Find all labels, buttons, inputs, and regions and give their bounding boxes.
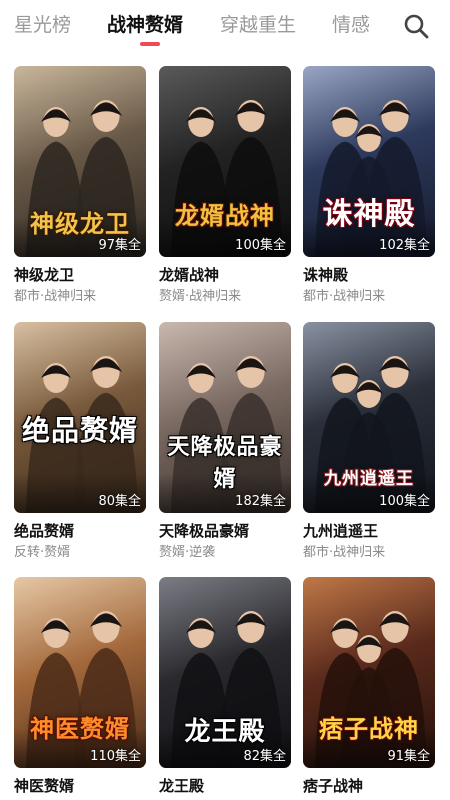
poster-title-art: 神医赘婿 [30,714,130,743]
category-tab-bar: 星光榜 战神赘婿 穿越重生 情感 [0,0,450,52]
drama-poster[interactable]: 诛神殿 102集全 [303,66,435,257]
drama-poster[interactable]: 痞子战神 91集全 [303,577,435,768]
episode-count-badge: 110集全 [90,749,141,764]
episode-count-badge: 100集全 [379,494,430,509]
drama-card[interactable]: 痞子战神 91集全 痞子战神 [303,577,435,796]
drama-poster[interactable]: 神级龙卫 97集全 [14,66,146,257]
drama-tags: 都市·战神归来 [14,289,97,304]
episode-count-badge: 182集全 [235,494,286,509]
drama-title: 痞子战神 [303,777,364,795]
tab-qinggan[interactable]: 情感 [332,12,370,38]
poster-title-art: 绝品赘婿 [21,414,138,447]
drama-title: 九州逍遥王 [303,522,379,540]
poster-title-art: 诛神殿 [322,197,416,232]
drama-poster[interactable]: 神医赘婿 110集全 [14,577,146,768]
poster-title-art: 痞子战神 [319,714,419,743]
drama-poster[interactable]: 龙婿战神 100集全 [159,66,291,257]
drama-card[interactable]: 龙王殿 82集全 龙王殿 [159,577,291,796]
episode-count-badge: 80集全 [98,494,141,509]
active-tab-indicator [140,42,160,46]
drama-tags: 赘婿·逆袭 [159,545,216,560]
drama-tags: 赘婿·战神归来 [159,289,242,304]
poster-title-art: 九州逍遥王 [324,469,414,489]
drama-poster[interactable]: 九州逍遥王 100集全 [303,322,435,513]
drama-tags: 都市·战神归来 [303,289,386,304]
drama-poster[interactable]: 天降极品豪婿 182集全 [159,322,291,513]
drama-title: 绝品赘婿 [14,522,75,540]
poster-title-art: 龙婿战神 [175,201,275,230]
drama-title: 龙婿战神 [159,266,220,284]
drama-card[interactable]: 绝品赘婿 80集全 绝品赘婿 反转·赘婿 [14,322,146,562]
episode-count-badge: 102集全 [379,238,430,253]
drama-title: 龙王殿 [159,777,205,795]
episode-count-badge: 100集全 [235,238,286,253]
drama-poster[interactable]: 绝品赘婿 80集全 [14,322,146,513]
tab-xingguang[interactable]: 星光榜 [14,12,71,38]
drama-tags: 反转·赘婿 [14,545,71,560]
drama-title: 天降极品豪婿 [159,522,250,540]
poster-title-art: 天降极品豪婿 [167,434,283,492]
episode-count-badge: 91集全 [387,749,430,764]
drama-poster[interactable]: 龙王殿 82集全 [159,577,291,768]
drama-card[interactable]: 神医赘婿 110集全 神医赘婿 [14,577,146,796]
episode-count-badge: 82集全 [243,749,286,764]
tab-zhanshen-zhuixu[interactable]: 战神赘婿 [107,12,183,38]
drama-card[interactable]: 神级龙卫 97集全 神级龙卫 都市·战神归来 [14,66,146,306]
tab-chuanyue-chongsheng[interactable]: 穿越重生 [220,12,296,38]
drama-card[interactable]: 九州逍遥王 100集全 九州逍遥王 都市·战神归来 [303,322,435,562]
drama-title: 神级龙卫 [14,266,75,284]
drama-card[interactable]: 诛神殿 102集全 诛神殿 都市·战神归来 [303,66,435,306]
drama-card[interactable]: 龙婿战神 100集全 龙婿战神 赘婿·战神归来 [159,66,291,306]
search-icon[interactable] [402,12,430,40]
drama-title: 神医赘婿 [14,777,75,795]
drama-title: 诛神殿 [303,266,349,284]
episode-count-badge: 97集全 [98,238,141,253]
drama-card[interactable]: 天降极品豪婿 182集全 天降极品豪婿 赘婿·逆袭 [159,322,291,562]
poster-title-art: 龙王殿 [184,717,266,747]
drama-tags: 都市·战神归来 [303,545,386,560]
